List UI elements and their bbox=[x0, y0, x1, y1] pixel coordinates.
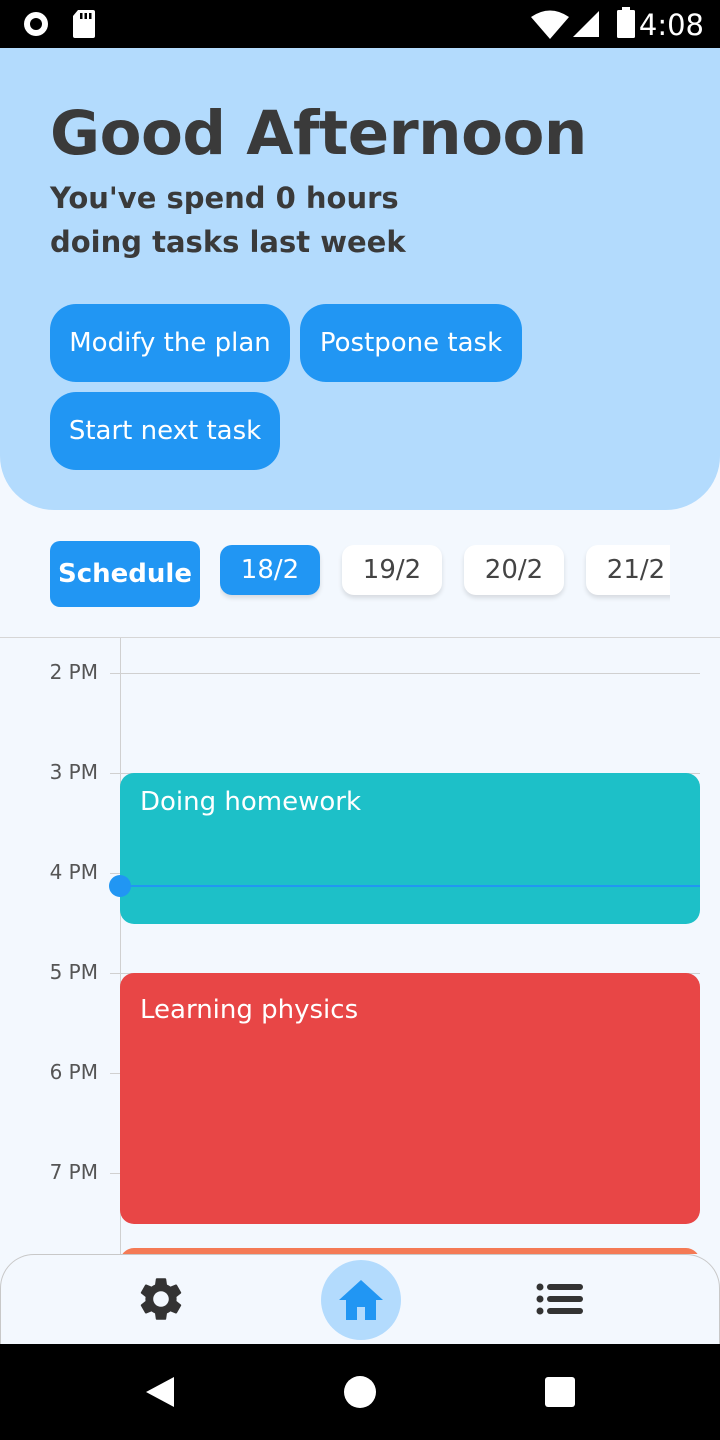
hour-label: 2 PM bbox=[49, 660, 98, 684]
schedule-button[interactable]: Schedule bbox=[50, 541, 200, 607]
event-doing-homework[interactable]: Doing homework bbox=[120, 773, 700, 924]
bottom-nav bbox=[0, 1254, 720, 1344]
status-time: 4:08 bbox=[638, 8, 704, 42]
list-icon[interactable] bbox=[530, 1269, 590, 1329]
postpone-task-button[interactable]: Postpone task bbox=[300, 304, 522, 382]
date-chip[interactable]: 21/2 bbox=[586, 545, 670, 595]
date-chip-selected[interactable]: 18/2 bbox=[220, 545, 320, 595]
event-learning-physics[interactable]: Learning physics bbox=[120, 973, 700, 1224]
hour-label: 3 PM bbox=[49, 760, 98, 784]
hour-label: 6 PM bbox=[49, 1060, 98, 1084]
settings-icon[interactable] bbox=[131, 1269, 191, 1329]
home-circle-icon[interactable] bbox=[340, 1372, 380, 1412]
wifi-icon bbox=[530, 10, 570, 44]
event-title: Doing homework bbox=[140, 787, 362, 817]
hour-label: 7 PM bbox=[49, 1160, 98, 1184]
greeting-title: Good Afternoon bbox=[50, 98, 587, 169]
hour-gridline bbox=[110, 673, 700, 674]
hour-label: 4 PM bbox=[49, 860, 98, 884]
event-title: Learning physics bbox=[140, 995, 359, 1025]
sd-card-icon bbox=[72, 9, 96, 43]
current-time-dot bbox=[109, 875, 131, 897]
weekly-summary: You've spend 0 hours doing tasks last we… bbox=[50, 181, 406, 259]
schedule-timeline[interactable]: 2 PM 3 PM 4 PM 5 PM 6 PM 7 PM Doing home… bbox=[0, 637, 720, 1254]
date-strip[interactable]: 18/2 19/2 20/2 21/2 bbox=[220, 545, 670, 605]
back-icon[interactable] bbox=[140, 1372, 180, 1412]
start-next-task-button[interactable]: Start next task bbox=[50, 392, 280, 470]
status-bar: 4:08 bbox=[0, 0, 720, 48]
header-card: Good Afternoon You've spend 0 hours doin… bbox=[0, 48, 720, 510]
hour-label: 5 PM bbox=[49, 960, 98, 984]
home-icon[interactable] bbox=[321, 1260, 401, 1340]
modify-plan-button[interactable]: Modify the plan bbox=[50, 304, 290, 382]
recents-icon[interactable] bbox=[540, 1372, 580, 1412]
system-nav-bar bbox=[0, 1344, 720, 1440]
date-chip[interactable]: 19/2 bbox=[342, 545, 442, 595]
current-time-line bbox=[120, 885, 700, 887]
signal-icon bbox=[572, 10, 600, 42]
date-chip[interactable]: 20/2 bbox=[464, 545, 564, 595]
record-icon bbox=[22, 10, 50, 42]
battery-icon bbox=[616, 7, 636, 43]
